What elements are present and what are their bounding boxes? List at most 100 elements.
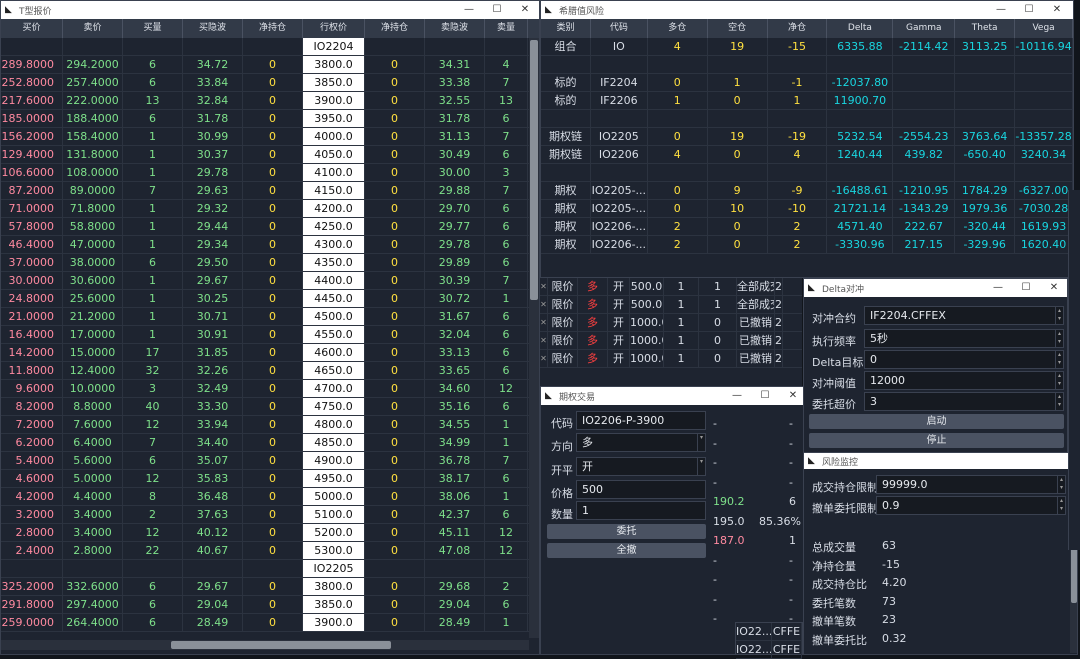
order-row[interactable]: ✕限价多开1000.010已撤销2 <box>540 314 802 332</box>
order-row[interactable]: ✕限价多开500.011全部成交2 <box>540 296 802 314</box>
greeks-col-header[interactable]: Gamma <box>893 19 956 38</box>
quote-row[interactable]: 57.8000 58.8000 1 29.44 0 4250.0 0 29.77 6 <box>1 218 539 236</box>
greeks-row[interactable] <box>541 56 1073 74</box>
quote-row[interactable]: 291.8000 297.4000 6 29.04 0 3850.0 0 29.04 6 <box>1 596 539 614</box>
quote-row[interactable]: 16.4000 17.0000 1 30.91 0 4550.0 0 32.04 6 <box>1 326 539 344</box>
order-row[interactable]: ✕限价多开1000.010已撤销2 <box>540 350 802 368</box>
quote-row[interactable]: 289.8000 294.2000 6 34.72 0 3800.0 0 34.31 4 <box>1 56 539 74</box>
hedge-payup-input[interactable]: 3 ▴ ▾ <box>864 392 1064 411</box>
quote-hscroll[interactable] <box>1 640 529 650</box>
greeks-col-header[interactable]: 空仓 <box>708 19 768 38</box>
order-row[interactable]: ✕限价多开500.011全部成交2 <box>540 278 802 296</box>
order-row[interactable]: ✕限价多开1000.010已撤销2 <box>540 332 802 350</box>
minimize-button[interactable]: — <box>987 1 1015 19</box>
quote-col-header[interactable]: 卖价 <box>63 19 123 38</box>
greeks-row[interactable]: 期权 IO2206-... 2 0 2 4571.40 222.67 -320.44 1619.… <box>541 218 1073 236</box>
greeks-row[interactable]: 期权链 IO2205 0 19 -19 5232.54 -2554.23 3763.64 -13… <box>541 128 1073 146</box>
close-button[interactable]: ✕ <box>1040 279 1067 297</box>
cancel-x-icon[interactable]: ✕ <box>540 314 548 331</box>
maximize-button[interactable]: ☐ <box>751 387 779 405</box>
greeks-row[interactable]: 期权链 IO2206 4 0 4 1240.44 439.82 -650.40 3240.34 <box>541 146 1073 164</box>
greeks-col-header[interactable]: 代码 <box>591 19 648 38</box>
close-button[interactable]: ✕ <box>1043 1 1071 19</box>
hedge-freq-input[interactable]: 5秒 ▴ ▾ <box>864 329 1064 348</box>
quote-vscroll[interactable] <box>529 38 539 638</box>
quote-col-header[interactable]: 买量 <box>123 19 183 38</box>
quote-row[interactable]: 6.2000 6.4000 7 34.40 0 4850.0 0 34.99 1 <box>1 434 539 452</box>
close-button[interactable]: ✕ <box>779 387 805 405</box>
hedge-threshold-input[interactable]: 12000 ▴ ▾ <box>864 371 1064 390</box>
price-input[interactable]: 500 <box>576 480 706 499</box>
quote-row[interactable]: 71.0000 71.8000 1 29.32 0 4200.0 0 29.70 6 <box>1 200 539 218</box>
quote-vscroll-thumb[interactable] <box>530 40 538 300</box>
greeks-col-header[interactable]: Delta <box>827 19 894 38</box>
quote-row[interactable]: 185.0000 188.4000 6 31.78 0 3950.0 0 31.78 6 <box>1 110 539 128</box>
quote-row[interactable]: 24.8000 25.6000 1 30.25 0 4450.0 0 30.72 1 <box>1 290 539 308</box>
expiry-header-row[interactable]: IO2205 <box>1 560 539 578</box>
quote-row[interactable]: 2.4000 2.8000 22 40.67 0 5300.0 0 47.08 12 <box>1 542 539 560</box>
cancel-x-icon[interactable]: ✕ <box>540 350 548 367</box>
hedge-target-input[interactable]: 0 ▴ ▾ <box>864 350 1064 369</box>
quote-row[interactable]: 30.0000 30.6000 1 29.67 0 4400.0 0 30.39 7 <box>1 272 539 290</box>
quote-col-header[interactable]: 卖量 <box>485 19 528 38</box>
quote-col-header[interactable]: 买隐波 <box>183 19 243 38</box>
quote-row[interactable]: 217.6000 222.0000 13 32.84 0 3900.0 0 32.55 13 <box>1 92 539 110</box>
quote-row[interactable]: 156.2000 158.4000 1 30.99 0 4000.0 0 31.13 7 <box>1 128 539 146</box>
minimize-button[interactable]: — <box>455 1 483 19</box>
direction-select[interactable]: 多 ▾ <box>576 433 706 452</box>
greeks-col-header[interactable]: Theta <box>955 19 1016 38</box>
quote-col-header[interactable]: 卖隐波 <box>425 19 485 38</box>
greeks-row[interactable] <box>541 164 1073 182</box>
greeks-row[interactable]: 标的 IF2204 0 1 -1 -12037.80 <box>541 74 1073 92</box>
hedge-symbol-input[interactable]: IF2204.CFFEX ▴ ▾ <box>864 306 1064 325</box>
close-button[interactable]: ✕ <box>511 1 539 19</box>
greeks-col-header[interactable]: 多仓 <box>648 19 708 38</box>
quote-row[interactable]: 46.4000 47.0000 1 29.34 0 4300.0 0 29.78 6 <box>1 236 539 254</box>
quote-col-header[interactable]: 买价 <box>1 19 63 38</box>
quote-col-header[interactable]: 净持仓 <box>365 19 425 38</box>
expiry-header-row[interactable]: IO2204 <box>1 38 539 56</box>
quote-col-header[interactable]: 净持仓 <box>243 19 303 38</box>
quote-row[interactable]: 5.4000 5.6000 6 35.07 0 4900.0 0 36.78 7 <box>1 452 539 470</box>
cancel-x-icon[interactable]: ✕ <box>540 296 548 313</box>
cancel-x-icon[interactable]: ✕ <box>540 332 548 349</box>
greeks-col-header[interactable]: Vega <box>1015 19 1073 38</box>
quote-row[interactable]: 252.8000 257.4000 6 33.84 0 3850.0 0 33.38 7 <box>1 74 539 92</box>
greeks-row[interactable] <box>541 110 1073 128</box>
volume-input[interactable]: 1 <box>576 501 706 520</box>
greeks-row[interactable]: 期权 IO2205-... 0 10 -10 21721.14 -1343.29 1979.3… <box>541 200 1073 218</box>
offset-select[interactable]: 开 ▾ <box>576 457 706 476</box>
quote-row[interactable]: 11.8000 12.4000 32 32.26 0 4650.0 0 33.65 6 <box>1 362 539 380</box>
maximize-button[interactable]: ☐ <box>1012 279 1040 297</box>
code-input[interactable]: IO2206-P-3900 <box>576 411 706 430</box>
greeks-row[interactable]: 期权 IO2206-... 2 0 2 -3330.96 217.15 -329.96 1620… <box>541 236 1073 254</box>
quote-row[interactable]: 21.0000 21.2000 1 30.71 0 4500.0 0 31.67 6 <box>1 308 539 326</box>
minimize-button[interactable]: — <box>723 387 751 405</box>
hedge-stop-button[interactable]: 停止 <box>809 433 1064 448</box>
greeks-row[interactable]: 组合 IO 4 19 -15 6335.88 -2114.42 3113.25 -10116.9… <box>541 38 1073 56</box>
quote-row[interactable]: 9.6000 10.0000 3 32.49 0 4700.0 0 34.60 12 <box>1 380 539 398</box>
maximize-button[interactable]: ☐ <box>1015 1 1043 19</box>
quote-row[interactable]: 14.2000 15.0000 17 31.85 0 4600.0 0 33.13 6 <box>1 344 539 362</box>
cancel-all-button[interactable]: 全撤 <box>547 543 706 558</box>
cancel-limit-input[interactable]: 0.9 ▴ ▾ <box>876 496 1066 515</box>
quote-row[interactable]: 325.2000 332.6000 6 29.67 0 3800.0 0 29.68 2 <box>1 578 539 596</box>
quote-col-header[interactable]: 行权价 <box>303 19 365 38</box>
minimize-button[interactable]: — <box>984 279 1012 297</box>
quote-row[interactable]: 4.2000 4.4000 8 36.48 0 5000.0 0 38.06 1 <box>1 488 539 506</box>
greeks-row[interactable]: 期权 IO2205-... 0 9 -9 -16488.61 -1210.95 1784.29… <box>541 182 1073 200</box>
quote-row[interactable]: 106.6000 108.0000 1 29.78 0 4100.0 0 30.00 3 <box>1 164 539 182</box>
quote-row[interactable]: 259.0000 264.4000 6 28.49 0 3900.0 0 28.49 1 <box>1 614 539 632</box>
quote-row[interactable]: 7.2000 7.6000 12 33.94 0 4800.0 0 34.55 1 <box>1 416 539 434</box>
quote-row[interactable]: 37.0000 38.0000 6 29.50 0 4350.0 0 29.89 6 <box>1 254 539 272</box>
cancel-x-icon[interactable]: ✕ <box>540 278 548 295</box>
greeks-col-header[interactable]: 类别 <box>541 19 591 38</box>
quote-row[interactable]: 129.4000 131.8000 1 30.37 0 4050.0 0 30.49 6 <box>1 146 539 164</box>
trade-limit-input[interactable]: 99999.0 ▴ ▾ <box>876 475 1066 494</box>
quote-hscroll-thumb[interactable] <box>171 641 391 649</box>
quote-row[interactable]: 3.2000 3.4000 2 37.63 0 5100.0 0 42.37 6 <box>1 506 539 524</box>
greeks-col-header[interactable]: 净仓 <box>768 19 828 38</box>
quote-row[interactable]: 2.8000 3.4000 12 40.12 0 5200.0 0 45.11 12 <box>1 524 539 542</box>
maximize-button[interactable]: ☐ <box>483 1 511 19</box>
risk-vscroll-thumb[interactable] <box>1071 543 1077 603</box>
